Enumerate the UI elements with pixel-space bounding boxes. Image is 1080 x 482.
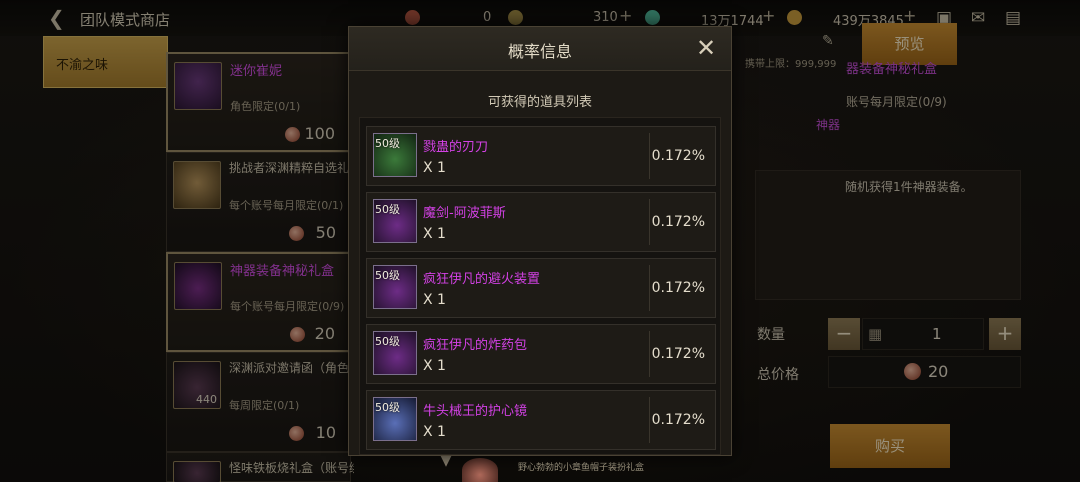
probability-modal: 概率信息 ✕ 可获得的道具列表 50级 戮蛊的刃刀 X 1 0.172% 50级… [348, 26, 732, 456]
item-count: X 1 [423, 160, 446, 176]
modal-header: 概率信息 ✕ [349, 27, 731, 71]
item-name: 戮蛊的刃刀 [423, 140, 489, 155]
item-probability: 0.172% [651, 412, 705, 428]
item-name: 牛头械王的护心镜 [423, 404, 528, 419]
item-count: X 1 [423, 292, 446, 308]
list-item: 50级 疯狂伊凡的避火装置 X 1 0.172% [366, 258, 716, 318]
item-level: 50级 [375, 335, 400, 348]
item-probability: 0.172% [651, 280, 705, 296]
item-count: X 1 [423, 226, 446, 242]
list-item: 50级 戮蛊的刃刀 X 1 0.172% [366, 126, 716, 186]
modal-title: 概率信息 [507, 42, 572, 61]
item-level: 50级 [375, 203, 400, 216]
item-level: 50级 [375, 269, 400, 282]
item-name: 疯狂伊凡的避火装置 [423, 272, 541, 287]
chevron-down-icon[interactable]: ▼ [436, 454, 456, 468]
item-count: X 1 [423, 424, 446, 440]
item-probability: 0.172% [651, 214, 705, 230]
item-icon: 50级 [373, 133, 417, 177]
close-icon[interactable]: ✕ [693, 35, 719, 61]
divider [649, 397, 650, 443]
bottom-item-name: 野心勃勃的小章鱼帽子装扮礼盒 [518, 463, 645, 473]
list-item: 50级 魔剑-阿波菲斯 X 1 0.172% [366, 192, 716, 252]
item-probability: 0.172% [651, 346, 705, 362]
reward-list[interactable]: 50级 戮蛊的刃刀 X 1 0.172% 50级 魔剑-阿波菲斯 X 1 0.1… [359, 117, 721, 455]
item-icon: 50级 [373, 265, 417, 309]
divider [649, 265, 650, 311]
item-probability: 0.172% [651, 148, 705, 164]
divider [649, 331, 650, 377]
item-level: 50级 [375, 401, 400, 414]
item-name: 疯狂伊凡的炸药包 [423, 338, 528, 353]
divider [649, 133, 650, 179]
item-icon: 50级 [373, 199, 417, 243]
list-item: 50级 牛头械王的护心镜 X 1 0.172% [366, 390, 716, 450]
item-icon: 50级 [373, 331, 417, 375]
modal-subtitle: 可获得的道具列表 [487, 95, 592, 110]
item-level: 50级 [375, 137, 400, 150]
item-icon: 50级 [373, 397, 417, 441]
item-count: X 1 [423, 358, 446, 374]
bottom-item-thumbnail [462, 458, 498, 482]
divider [649, 199, 650, 245]
list-item: 50级 疯狂伊凡的炸药包 X 1 0.172% [366, 324, 716, 384]
item-name: 魔剑-阿波菲斯 [423, 206, 506, 221]
